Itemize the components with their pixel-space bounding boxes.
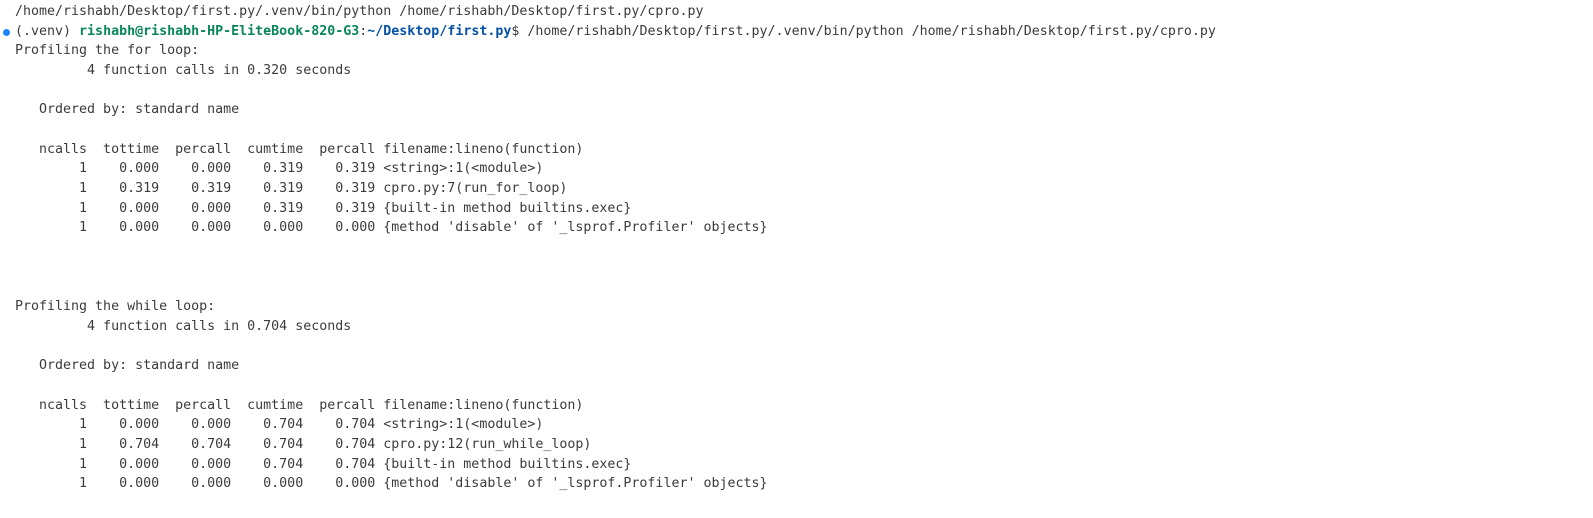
table-row: 1 0.000 0.000 0.000 0.000 {method 'disab… <box>15 476 768 491</box>
prompt-user-host: rishabh@rishabh-HP-EliteBook-820-G3 <box>79 24 360 39</box>
command-decoration-icon[interactable] <box>3 29 10 36</box>
table-row: 1 0.000 0.000 0.319 0.319 {built-in meth… <box>15 201 632 216</box>
prompt-dollar: $ <box>511 24 528 39</box>
section-summary: 4 function calls in 0.320 seconds <box>15 63 352 78</box>
section-heading: Profiling the for loop: <box>15 43 200 58</box>
table-row: 1 0.319 0.319 0.319 0.319 cpro.py:7(run_… <box>15 181 568 196</box>
section-summary: 4 function calls in 0.704 seconds <box>15 319 352 334</box>
section-ordered-by: Ordered by: standard name <box>15 358 240 373</box>
table-header: ncalls tottime percall cumtime percall f… <box>15 398 584 413</box>
table-row: 1 0.000 0.000 0.000 0.000 {method 'disab… <box>15 220 768 235</box>
terminal-output[interactable]: /home/rishabh/Desktop/first.py/.venv/bin… <box>0 0 1593 518</box>
section-ordered-by: Ordered by: standard name <box>15 102 240 117</box>
prompt-path: ~/Desktop/first.py <box>367 24 512 39</box>
prompt-line: (.venv) rishabh@rishabh-HP-EliteBook-820… <box>15 22 1216 42</box>
echoed-command: /home/rishabh/Desktop/first.py/.venv/bin… <box>15 4 704 19</box>
table-header: ncalls tottime percall cumtime percall f… <box>15 142 584 157</box>
table-row: 1 0.704 0.704 0.704 0.704 cpro.py:12(run… <box>15 437 592 452</box>
table-row: 1 0.000 0.000 0.319 0.319 <string>:1(<mo… <box>15 161 544 176</box>
table-row: 1 0.000 0.000 0.704 0.704 <string>:1(<mo… <box>15 417 544 432</box>
prompt-venv: (.venv) <box>15 24 80 39</box>
table-row: 1 0.000 0.000 0.704 0.704 {built-in meth… <box>15 457 632 472</box>
prompt-command: /home/rishabh/Desktop/first.py/.venv/bin… <box>527 24 1216 39</box>
section-heading: Profiling the while loop: <box>15 299 216 314</box>
